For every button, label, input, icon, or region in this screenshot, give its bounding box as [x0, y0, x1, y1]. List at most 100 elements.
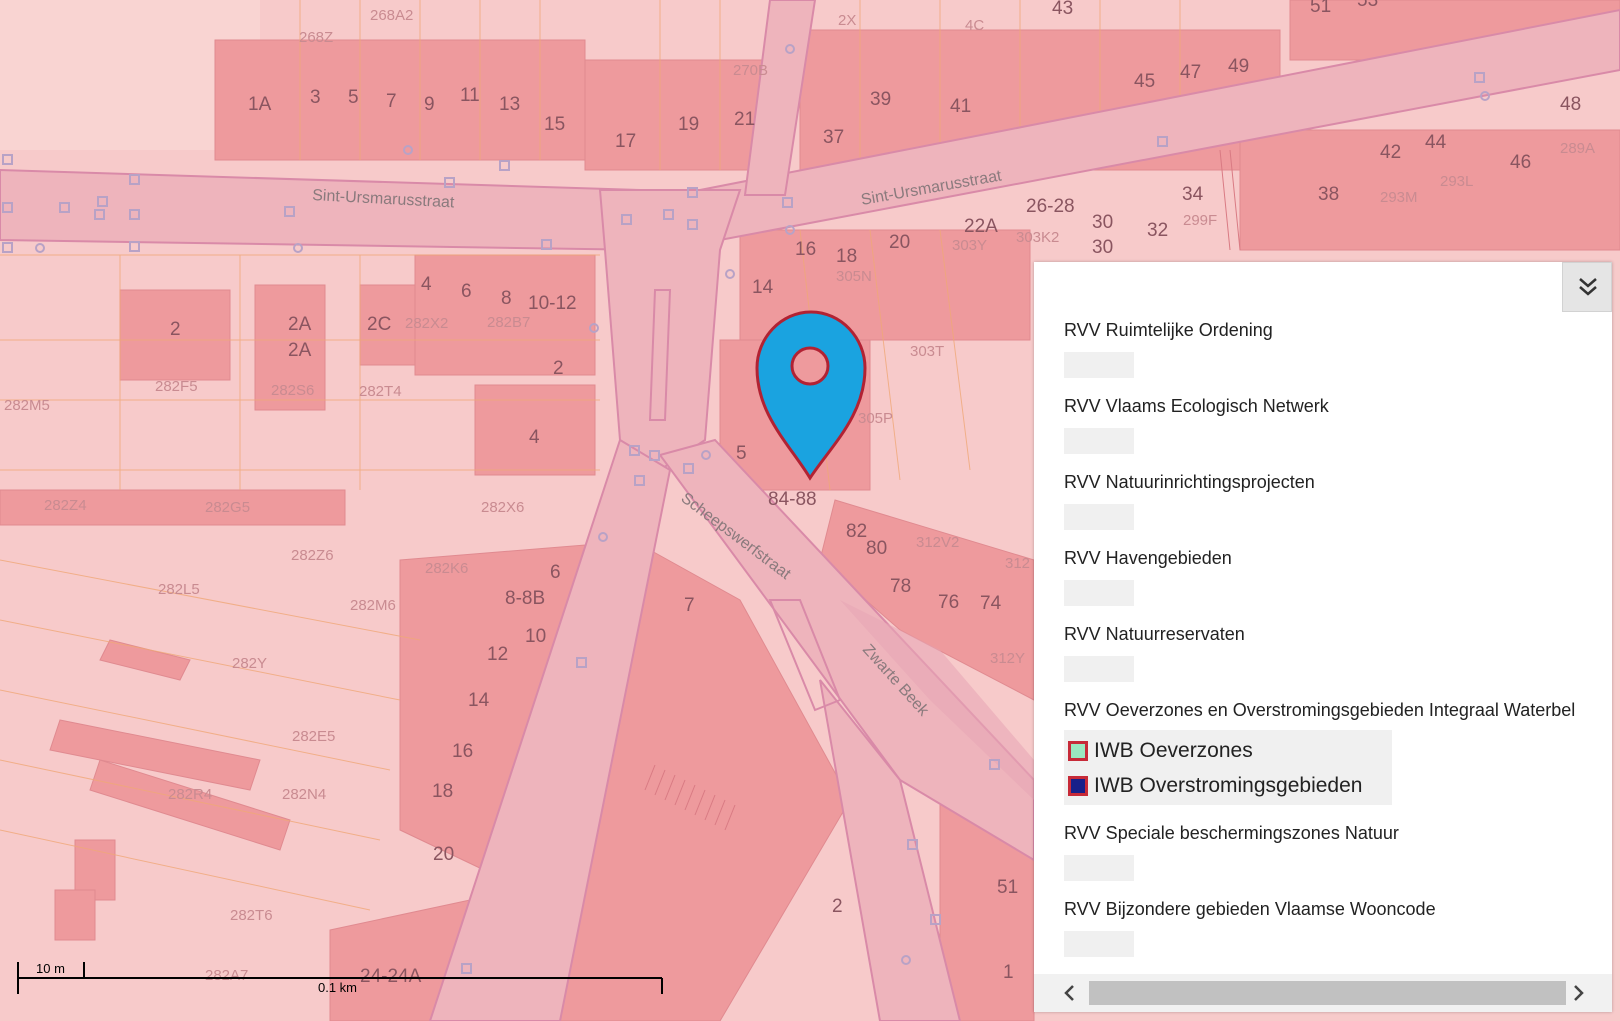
parcel-id: 282Y [232, 655, 267, 672]
parcel-id: 282F5 [155, 378, 198, 395]
house-number: 38 [1318, 184, 1339, 205]
scroll-right-icon[interactable] [1568, 983, 1588, 1003]
house-number: 48 [1560, 94, 1581, 115]
parcel-id: 305P [858, 410, 893, 427]
legend-layer: RVV Havengebieden [1064, 548, 1612, 606]
legend-layer: RVV Ruimtelijke Ordening [1064, 320, 1612, 378]
house-number: 84-88 [768, 489, 817, 510]
legend-layer-title: RVV Ruimtelijke Ordening [1064, 320, 1273, 340]
legend-swatch [1064, 656, 1134, 682]
parcel-id: 282Z6 [291, 547, 334, 564]
parcel-id: 293L [1440, 173, 1473, 190]
house-number: 20 [889, 232, 910, 253]
legend-layer-title: RVV Bijzondere gebieden Vlaamse Wooncode [1064, 899, 1436, 919]
scrollbar-thumb[interactable] [1089, 981, 1566, 1005]
house-number: 6 [461, 281, 472, 302]
scale-label-large: 0.1 km [318, 980, 358, 995]
house-number: 1 [1003, 962, 1014, 983]
house-number: 2A [288, 340, 312, 361]
parcel-id: 293M [1380, 189, 1418, 206]
house-number: 13 [499, 94, 520, 115]
parcel-id: 303Y [952, 237, 987, 254]
parcel-id: 268A2 [370, 7, 413, 24]
scale-bar: 10 m 0.1 km [16, 958, 664, 998]
parcel-id: 282S6 [271, 382, 314, 399]
house-number: 44 [1425, 132, 1447, 153]
house-number: 41 [950, 96, 971, 117]
parcel-id: 299F [1183, 212, 1217, 229]
house-number: 8 [501, 288, 512, 309]
house-number: 4 [421, 274, 432, 295]
house-number: 32 [1147, 220, 1168, 241]
house-number: 51 [997, 877, 1018, 898]
house-number: 10-12 [528, 293, 577, 314]
house-number: 53 [1357, 0, 1378, 11]
legend-layer-title: RVV Natuurinrichtingsprojecten [1064, 472, 1315, 492]
legend-color-swatch [1068, 740, 1088, 761]
legend-panel[interactable]: RVV Ruimtelijke Ordening RVV Vlaams Ecol… [1034, 262, 1612, 1012]
house-number: 76 [938, 592, 959, 613]
house-number: 49 [1228, 56, 1249, 77]
house-number: 16 [452, 741, 473, 762]
legend-layer: RVV Bijzondere gebieden Vlaamse Wooncode [1064, 899, 1612, 957]
parcel-id: 303K2 [1016, 229, 1059, 246]
house-number: 12 [487, 644, 508, 665]
house-number: 15 [544, 114, 565, 135]
parcel-id: 282E5 [292, 728, 335, 745]
parcel-id: 282L5 [158, 581, 200, 598]
horizontal-scrollbar[interactable] [1034, 974, 1612, 1012]
house-number: 18 [432, 781, 453, 802]
house-number: 30 [1092, 212, 1113, 233]
house-number: 5 [736, 443, 747, 464]
house-number: 3 [310, 87, 321, 108]
house-number: 2A [288, 314, 312, 335]
house-number: 21 [734, 109, 755, 130]
house-number: 8-8B [505, 588, 545, 609]
parcel-id: 282Z4 [44, 497, 87, 514]
scroll-left-icon[interactable] [1060, 983, 1080, 1003]
legend-item-label: IWB Overstromingsgebieden [1094, 773, 1363, 797]
parcel-id: 305N [836, 268, 872, 285]
parcel-id: 312V2 [916, 534, 959, 551]
collapse-legend-button[interactable] [1562, 262, 1612, 312]
house-number: 7 [684, 595, 695, 616]
house-number: 7 [386, 91, 397, 112]
house-number: 74 [980, 593, 1002, 614]
house-number: 2 [553, 358, 564, 379]
legend-layer: RVV Oeverzones en Overstromingsgebieden … [1064, 700, 1612, 805]
house-number: 80 [866, 538, 887, 559]
house-number: 82 [846, 521, 867, 542]
house-number: 14 [752, 277, 774, 298]
parcel-id: 312 [1005, 555, 1030, 572]
house-number: 19 [678, 114, 699, 135]
legend-swatch [1064, 931, 1134, 957]
parcel-id: 282X6 [481, 499, 524, 516]
house-number: 11 [460, 85, 480, 106]
house-number: 37 [823, 127, 844, 148]
legend-item: IWB Overstromingsgebieden [1068, 768, 1392, 803]
house-number: 16 [795, 239, 816, 260]
parcel-id: 282X2 [405, 315, 448, 332]
parcel-id: 282B7 [487, 314, 530, 331]
house-number: 20 [433, 844, 454, 865]
legend-layer: RVV Natuurreservaten [1064, 624, 1612, 682]
parcel-id: 282M5 [4, 397, 50, 414]
parcel-id: 282K6 [425, 560, 468, 577]
legend-layer-title: RVV Speciale beschermingszones Natuur [1064, 823, 1399, 843]
house-number: 2 [832, 896, 843, 917]
parcel-id: 282T4 [359, 383, 402, 400]
house-number: 46 [1510, 152, 1531, 173]
house-number: 5 [348, 87, 359, 108]
parcel-id: 268Z [299, 29, 333, 46]
legend-swatch [1064, 580, 1134, 606]
legend-swatch [1064, 855, 1134, 881]
legend-layer-title: RVV Oeverzones en Overstromingsgebieden … [1064, 700, 1576, 720]
house-number: 30 [1092, 237, 1113, 258]
legend-layer-title: RVV Natuurreservaten [1064, 624, 1245, 644]
parcel-id: 4C [965, 17, 984, 34]
house-number: 47 [1180, 62, 1201, 83]
house-number: 51 [1310, 0, 1331, 17]
parcel-id: 282G5 [205, 499, 250, 516]
legend-layer-title: RVV Vlaams Ecologisch Netwerk [1064, 396, 1329, 416]
house-number: 18 [836, 246, 857, 267]
